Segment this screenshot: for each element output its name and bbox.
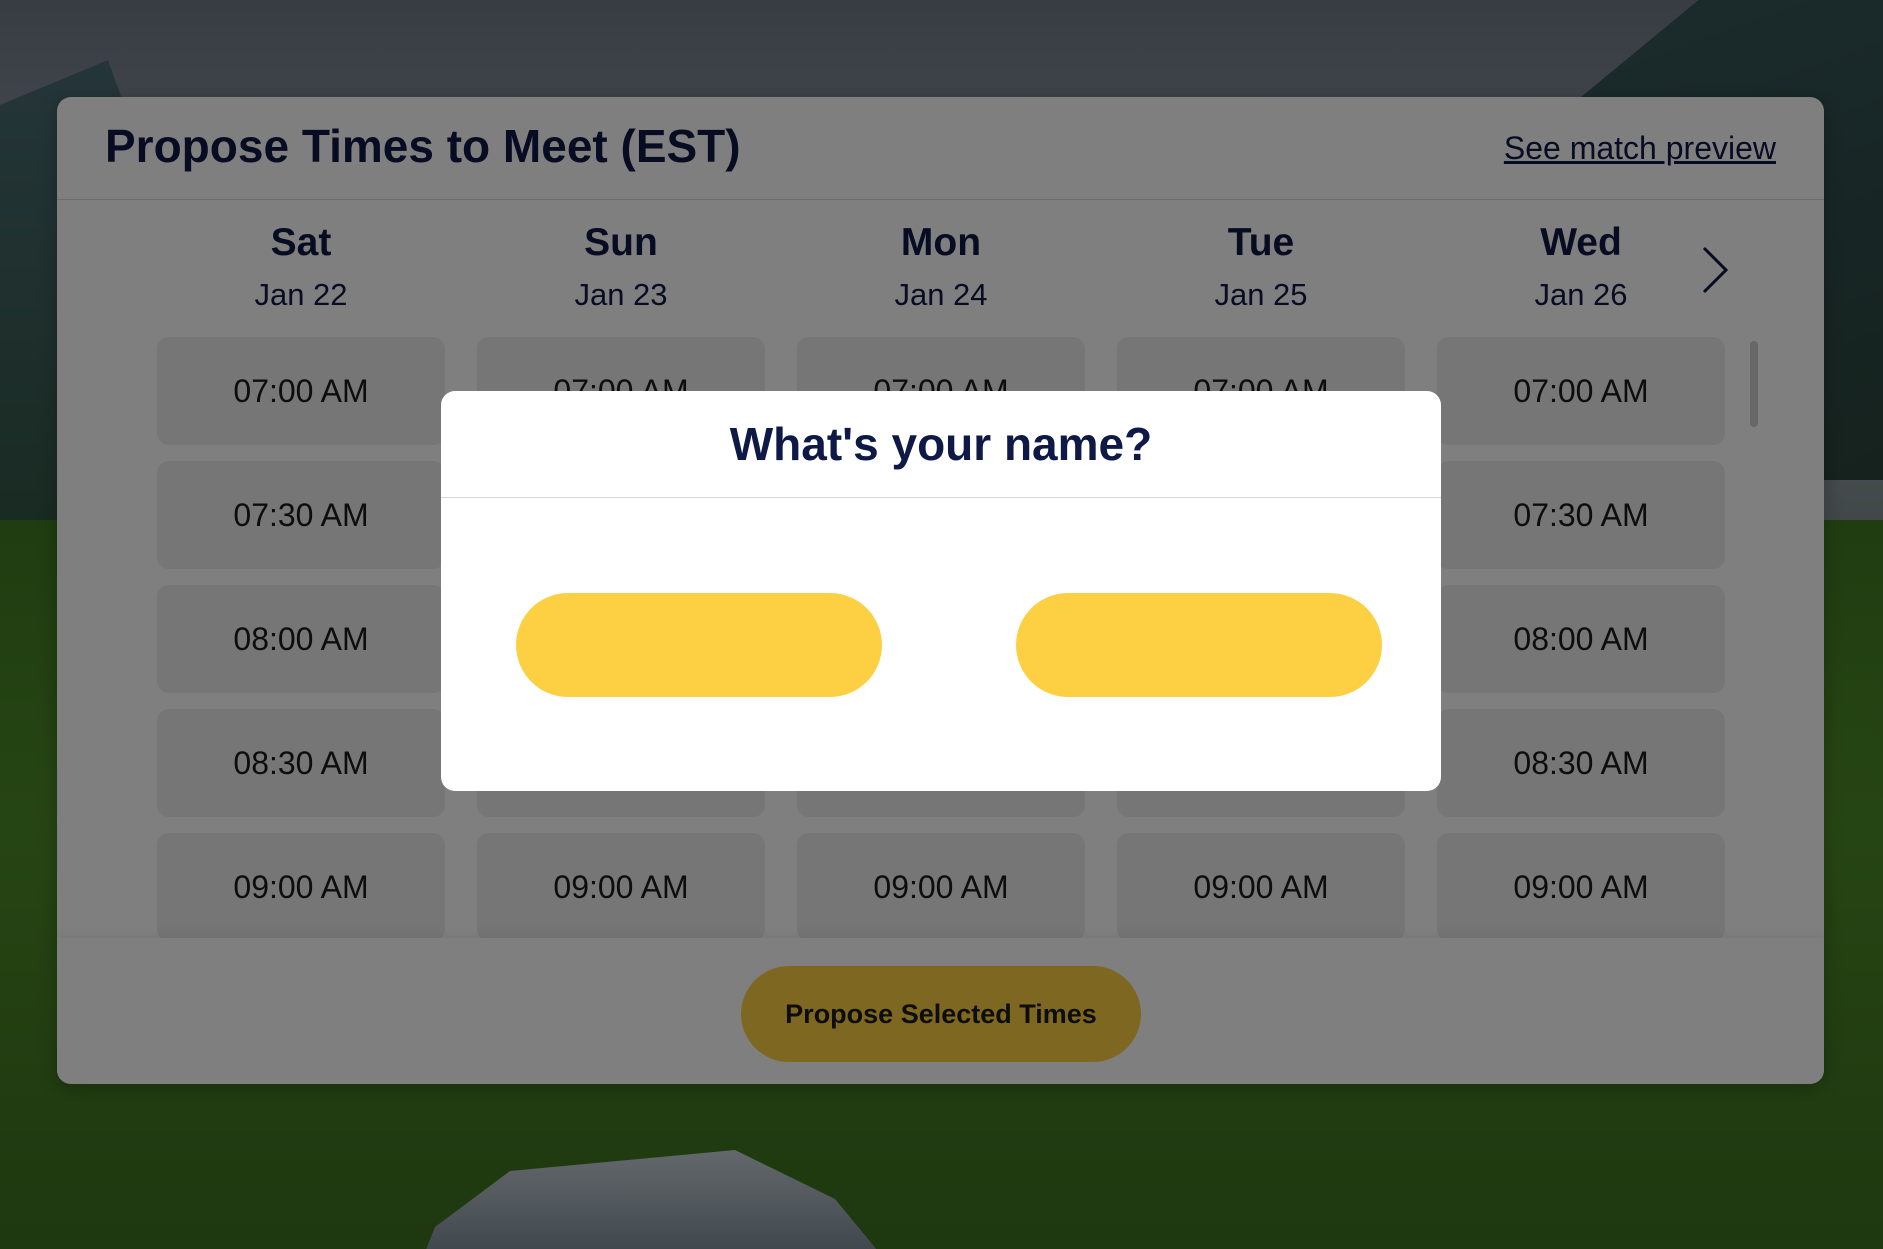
modal-option-button-right[interactable]: [1016, 593, 1382, 697]
modal-title: What's your name?: [729, 418, 1153, 470]
modal-option-button-left[interactable]: [516, 593, 882, 697]
name-modal: What's your name?: [441, 391, 1441, 791]
modal-header: What's your name?: [441, 391, 1441, 498]
